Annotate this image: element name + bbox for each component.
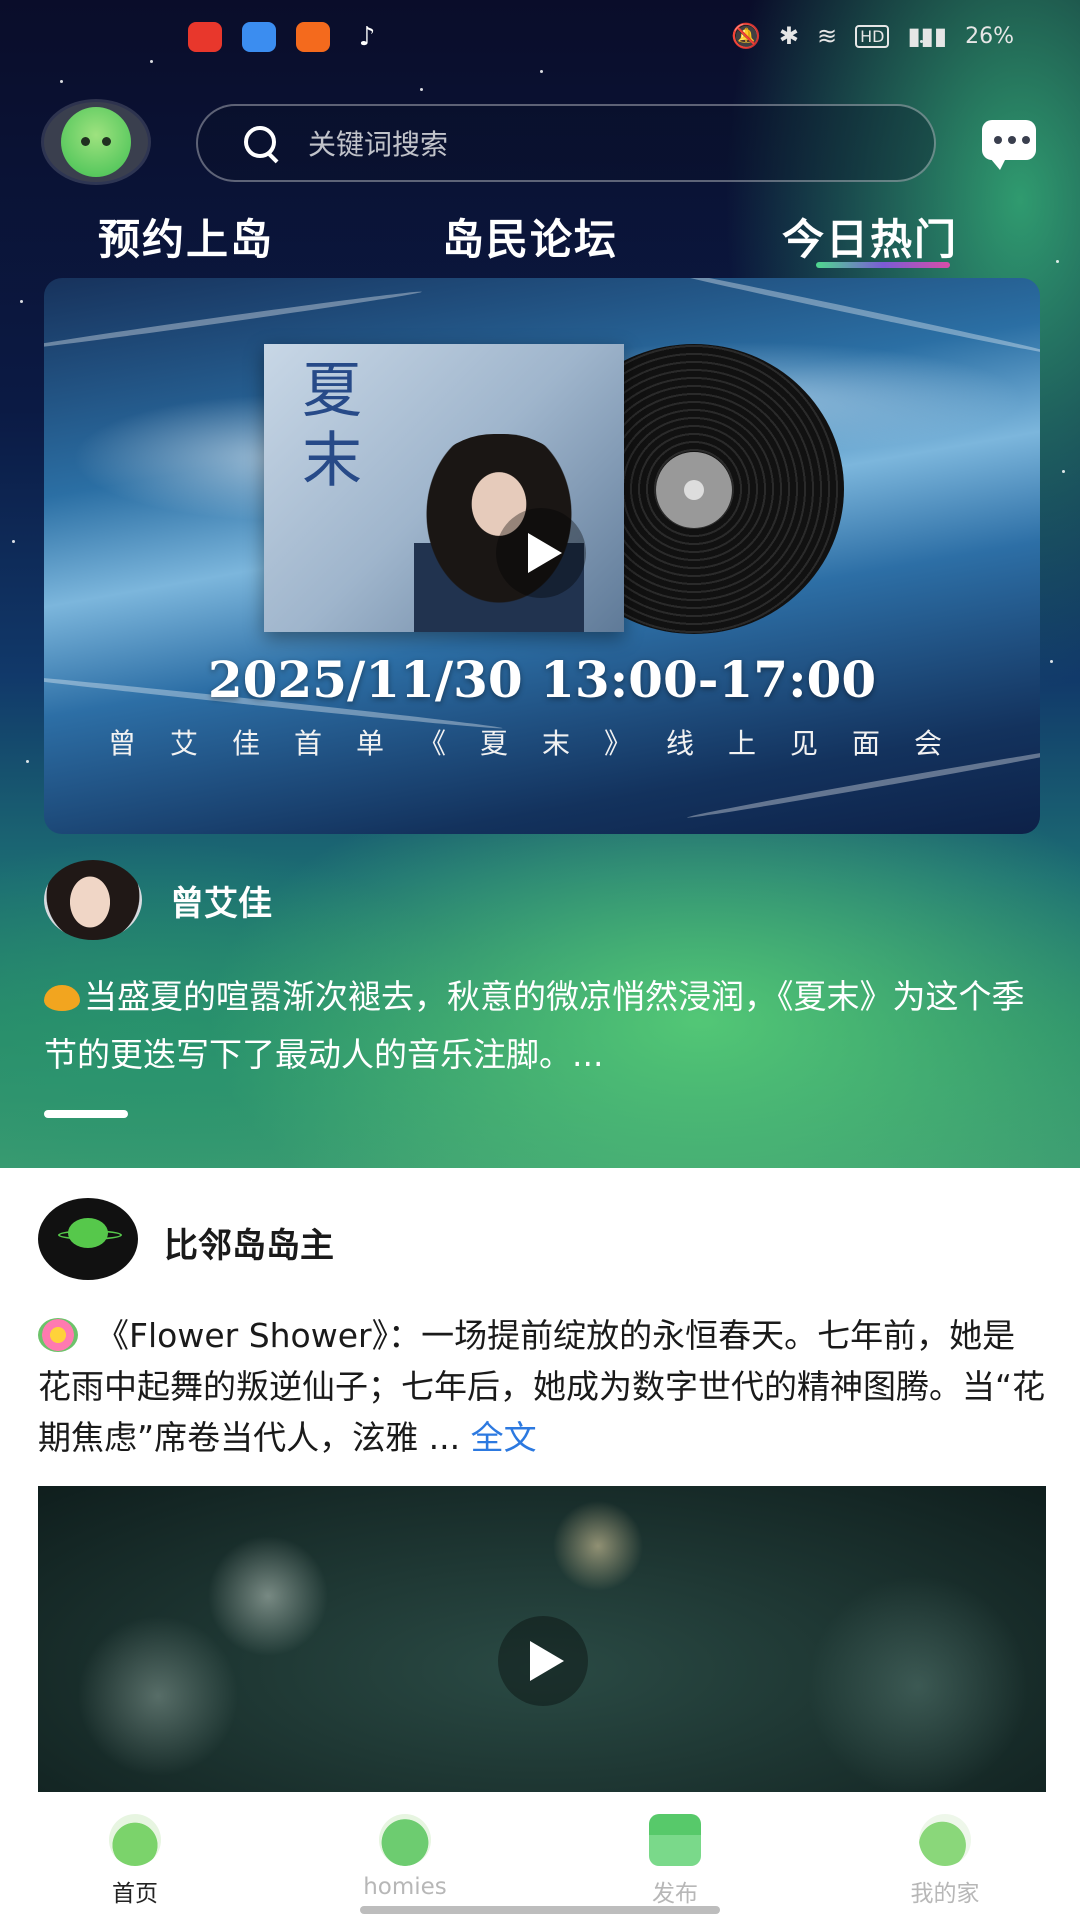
battery-text: 26% [965,23,1014,49]
album-title: 夏末 [302,356,362,496]
publish-gift-icon [649,1814,701,1866]
tab-today-hot[interactable]: 今日热门 [782,206,958,267]
tab-reserve-island[interactable]: 预约上岛 [98,206,274,267]
video-play-button[interactable] [498,1616,588,1706]
album-cover-image: 夏末 [264,344,624,632]
post-author-name[interactable]: 比邻岛岛主 [164,1218,334,1267]
banner-subtitle: 曾艾佳首单《夏末》线上见面会 [107,727,976,760]
banner-date-time: 2025/11/30 13:00-17:00 [207,650,877,709]
orange-app-icon [296,22,330,52]
status-bar: ♪ 🔕 ✱ ≋ HD ▮▮▮ 26% [0,18,1080,58]
nav-home-label: 首页 [112,1881,158,1907]
my-home-mascot-icon [919,1814,971,1866]
wifi-icon: ≋ [817,22,838,50]
bottom-navigation: 首页 homies 发布 我的家 [0,1792,1080,1920]
post-text[interactable]: 《Flower Shower》：一场提前绽放的永恒春天。七年前，她是花雨中起舞的… [38,1310,1048,1463]
nav-publish-label: 发布 [652,1881,698,1907]
search-placeholder: 关键词搜索 [308,128,449,161]
hd-badge: HD [855,24,890,48]
post-text[interactable]: 当盛夏的喧嚣渐次褪去，秋意的微凉悄然浸润，《夏末》为这个季节的更迭写下了最动人的… [44,968,1034,1084]
nav-my-home-label: 我的家 [910,1881,980,1907]
youtube-app-icon [188,22,222,52]
read-more-link[interactable]: 全文 [471,1418,537,1457]
carousel-indicator [44,1110,128,1118]
signal-icon: ▮▮▮ [907,22,948,50]
avatar-mascot-icon [61,107,131,177]
post-author-name[interactable]: 曾艾佳 [170,876,272,925]
nav-homies[interactable]: homies [330,1814,480,1900]
search-input[interactable]: 关键词搜索 [196,104,936,182]
chat-message-icon[interactable] [982,120,1036,170]
flower-emoji-icon [38,1318,78,1352]
active-tab-indicator [816,262,950,268]
user-avatar[interactable] [44,102,148,182]
tiktok-app-icon: ♪ [358,22,376,52]
nav-publish[interactable]: 发布 [600,1814,750,1908]
nav-my-home[interactable]: 我的家 [870,1814,1020,1908]
mute-bell-icon: 🔕 [731,22,761,50]
home-mascot-icon [109,1814,161,1866]
top-tabs: 预约上岛 岛民论坛 今日热门 [0,206,1080,266]
feed-list: 比邻岛岛主 《Flower Shower》：一场提前绽放的永恒春天。七年前，她是… [0,1168,1080,1792]
featured-banner[interactable]: 夏末 2025/11/30 13:00-17:00 曾艾佳首单《夏末》线上见面会 [44,278,1040,834]
home-indicator[interactable] [360,1906,720,1914]
post-author-avatar[interactable] [38,1198,138,1280]
tab-islander-forum[interactable]: 岛民论坛 [442,206,618,267]
nav-homies-label: homies [363,1874,447,1900]
post-author-avatar[interactable] [44,860,142,940]
homies-mascot-icon [379,1814,431,1866]
post1-body: 当盛夏的喧嚣渐次褪去，秋意的微凉悄然浸润，《夏末》为这个季节的更迭写下了最动人的… [44,977,1025,1074]
nav-home[interactable]: 首页 [60,1814,210,1908]
banner-play-button[interactable] [496,508,586,598]
planet-logo-icon [58,1218,122,1248]
leaf-emoji-icon [44,985,80,1011]
post2-body: 《Flower Shower》：一场提前绽放的永恒春天。七年前，她是花雨中起舞的… [38,1316,1046,1457]
post-video-thumbnail[interactable] [38,1486,1046,1792]
bluetooth-icon: ✱ [778,22,799,50]
search-icon [244,126,278,160]
messages-app-icon [242,22,276,52]
